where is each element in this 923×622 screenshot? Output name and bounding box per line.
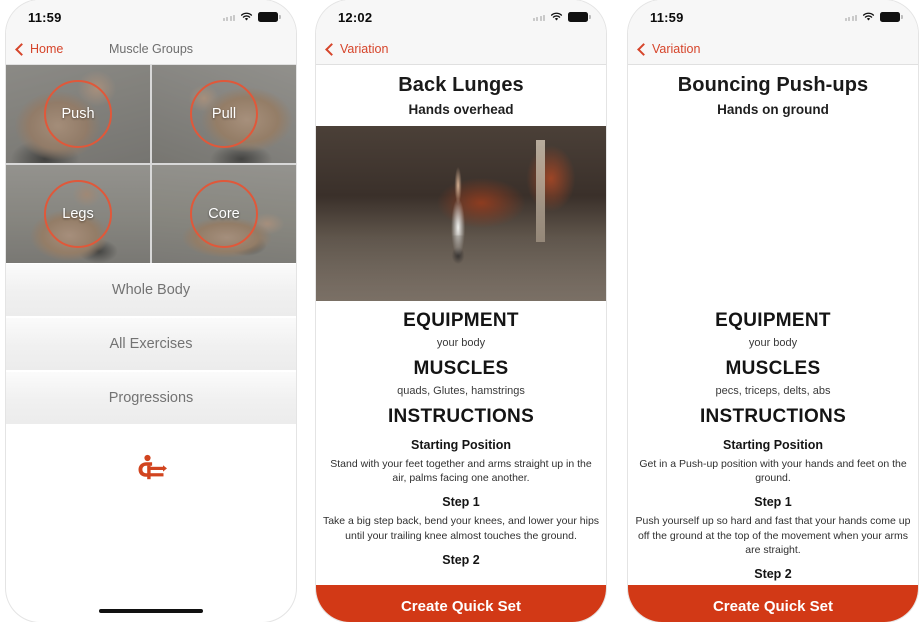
phone-muscle-groups: 11:59 Home Muscle Groups Push Pull Legs … [6, 0, 296, 622]
create-quick-set-label: Create Quick Set [400, 597, 522, 615]
chevron-left-icon [637, 42, 650, 56]
wifi-icon [550, 12, 563, 21]
status-bar: 12:02 [316, 0, 606, 34]
tile-ring: Core [190, 180, 258, 248]
muscle-tile-pull[interactable]: Pull [152, 65, 296, 163]
instructions-heading: INSTRUCTIONS [699, 406, 847, 427]
exercise-title: Bouncing Push-ups [677, 74, 869, 96]
exercise-title: Back Lunges [398, 74, 524, 96]
wifi-icon [862, 12, 875, 21]
step-heading: Starting Position [723, 438, 823, 452]
exercise-detail: Bouncing Push-ups Hands on ground EQUIPM… [628, 65, 918, 622]
create-quick-set-label: Create Quick Set [712, 597, 834, 615]
screenshot-stage: 11:59 Home Muscle Groups Push Pull Legs … [0, 0, 923, 622]
status-time: 11:59 [28, 9, 62, 25]
step-text: Get in a Push-up position with your hand… [639, 458, 907, 485]
step-heading: Step 1 [442, 495, 480, 510]
muscles-value: pecs, triceps, delts, abs [715, 385, 831, 397]
exercise-photo [628, 126, 918, 301]
instructions-heading: INSTRUCTIONS [387, 406, 535, 427]
tile-label: Push [61, 106, 95, 122]
list-item-progressions[interactable]: Progressions [6, 372, 296, 426]
muscle-tile-core[interactable]: Core [152, 165, 296, 263]
step-heading: Step 1 [754, 495, 792, 510]
signal-icon [222, 13, 235, 21]
chevron-left-icon [15, 42, 28, 56]
muscles-heading: MUSCLES [725, 358, 821, 379]
status-bar: 11:59 [628, 0, 918, 34]
equipment-value: your body [748, 337, 798, 349]
battery-icon [880, 12, 903, 22]
muscle-group-grid: Push Pull Legs Core [6, 65, 296, 263]
exercise-subtitle: Hands overhead [408, 102, 514, 117]
chevron-left-icon [325, 42, 338, 56]
tile-ring: Push [44, 80, 112, 148]
status-bar: 11:59 [6, 0, 296, 34]
exercise-photo [316, 126, 606, 301]
exercise-detail: Back Lunges Hands overhead EQUIPMENT you… [316, 65, 606, 622]
tile-label: Core [208, 206, 240, 222]
status-indicators [532, 12, 591, 22]
nav-bar: Variation [628, 34, 918, 65]
back-button-label: Home [30, 42, 64, 56]
equipment-heading: EQUIPMENT [403, 310, 519, 331]
battery-icon [258, 12, 281, 22]
tile-label: Legs [62, 206, 94, 222]
equipment-heading: EQUIPMENT [715, 310, 831, 331]
status-time: 12:02 [338, 9, 373, 25]
list-item-label: All Exercises [109, 336, 193, 352]
back-button-variation[interactable]: Variation [316, 42, 388, 56]
status-indicators [222, 12, 281, 22]
step-heading: Step 2 [442, 552, 480, 567]
phone-back-lunges: 12:02 Variation Back Lunges Hands overhe… [316, 0, 606, 622]
home-indicator [99, 609, 203, 613]
exercise-subtitle: Hands on ground [717, 102, 829, 117]
equipment-value: your body [436, 337, 486, 349]
step-text: Push yourself up so hard and fast that y… [635, 515, 911, 556]
list-item-label: Whole Body [111, 282, 191, 298]
muscles-heading: MUSCLES [413, 358, 509, 379]
app-logo-area [6, 426, 296, 512]
signal-icon [844, 13, 857, 21]
list-item-whole-body[interactable]: Whole Body [6, 264, 296, 318]
signal-icon [532, 13, 545, 21]
step-heading: Starting Position [411, 438, 511, 452]
back-button-home[interactable]: Home [6, 42, 63, 56]
status-indicators [844, 12, 903, 22]
muscle-tile-push[interactable]: Push [6, 65, 150, 163]
nav-bar: Variation [316, 34, 606, 65]
step-text: Take a big step back, bend your knees, a… [322, 515, 600, 542]
step-heading: Step 2 [754, 566, 792, 581]
tile-label: Pull [211, 106, 237, 122]
step-text: Stand with your feet together and arms s… [330, 458, 592, 485]
back-button-variation[interactable]: Variation [628, 42, 700, 56]
list-item-label: Progressions [108, 390, 194, 406]
menu-list: Whole Body All Exercises Progressions [6, 263, 296, 512]
create-quick-set-button[interactable]: Create Quick Set [316, 585, 606, 622]
back-button-label: Variation [652, 42, 701, 56]
list-item-all-exercises[interactable]: All Exercises [6, 318, 296, 372]
app-logo-icon [138, 454, 167, 480]
nav-bar: Home Muscle Groups [6, 34, 296, 65]
battery-icon [568, 12, 591, 22]
muscles-value: quads, Glutes, hamstrings [397, 385, 525, 397]
muscle-tile-legs[interactable]: Legs [6, 165, 150, 263]
create-quick-set-button[interactable]: Create Quick Set [628, 585, 918, 622]
tile-ring: Pull [190, 80, 258, 148]
status-time: 11:59 [650, 9, 684, 25]
phone-bouncing-pushups: 11:59 Variation Bouncing Push-ups Hands … [628, 0, 918, 622]
wifi-icon [240, 12, 253, 21]
back-button-label: Variation [340, 42, 389, 56]
tile-ring: Legs [44, 180, 112, 248]
